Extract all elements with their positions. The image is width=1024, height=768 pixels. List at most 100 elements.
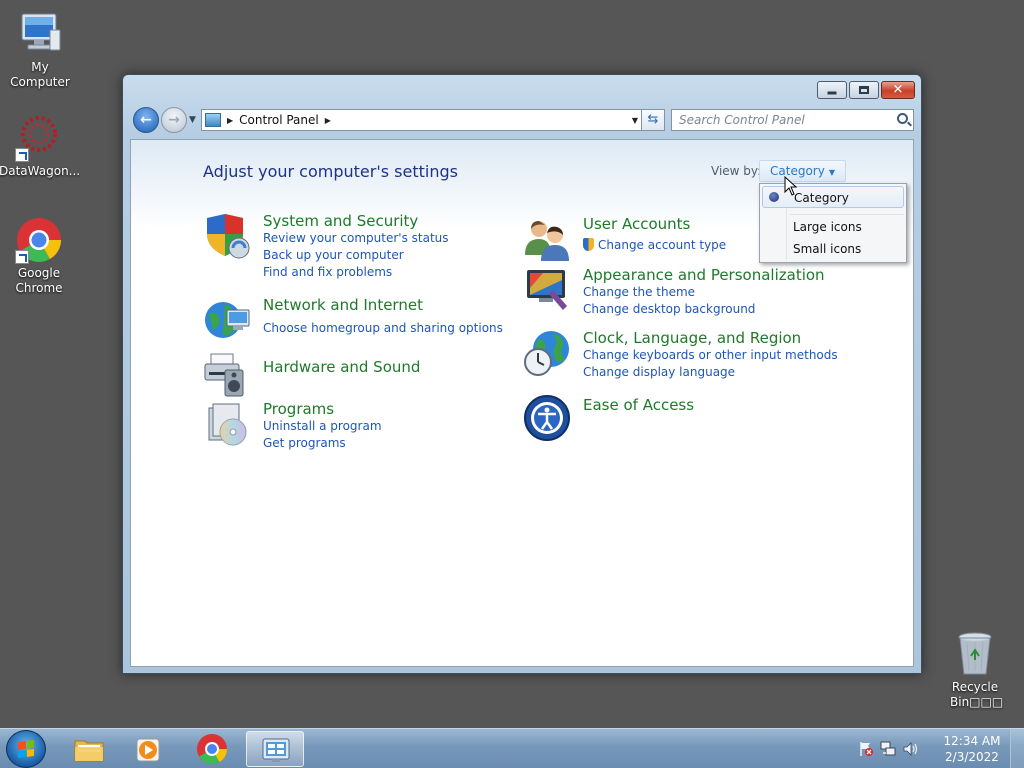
search-box	[671, 109, 914, 131]
desktop-icon-label: Google Chrome	[15, 266, 63, 295]
taskbar: 12:34 AM 2/3/2022	[0, 728, 1024, 768]
media-player-icon	[136, 738, 160, 762]
link-get-programs[interactable]: Get programs	[263, 435, 382, 452]
link-find-fix[interactable]: Find and fix problems	[263, 264, 449, 281]
link-change-background[interactable]: Change desktop background	[583, 301, 825, 318]
refresh-icon: ⇆	[647, 112, 659, 127]
programs-disc-icon	[203, 400, 251, 448]
clock-date: 2/3/2022	[945, 750, 999, 764]
category-clock-language-region: Clock, Language, and Region Change keybo…	[523, 329, 838, 381]
back-button[interactable]: ←	[133, 107, 159, 133]
recent-pages-dropdown[interactable]: ▼	[189, 115, 196, 125]
clock-globe-icon	[523, 329, 571, 377]
show-desktop-button[interactable]	[1010, 729, 1024, 768]
breadcrumb-chevron-icon[interactable]: ▶	[325, 116, 331, 125]
category-user-accounts: User Accounts Change account type	[523, 215, 726, 263]
start-button[interactable]	[6, 730, 46, 768]
link-review-status[interactable]: Review your computer's status	[263, 230, 449, 247]
forward-button[interactable]: →	[161, 107, 187, 133]
category-title[interactable]: Network and Internet	[263, 296, 503, 314]
network-icon[interactable]	[880, 741, 896, 757]
users-icon	[523, 215, 571, 263]
link-homegroup[interactable]: Choose homegroup and sharing options	[263, 320, 503, 337]
view-by-menu: Category Large icons Small icons	[759, 183, 907, 263]
category-title[interactable]: User Accounts	[583, 215, 726, 233]
control-panel-window: ✕ ← → ▼ ▶ Control Panel ▶ ▼ ⇆ Adjust you…	[122, 74, 922, 674]
action-center-flag-icon[interactable]	[858, 741, 874, 757]
category-title[interactable]: Programs	[263, 400, 382, 418]
maximize-button[interactable]	[849, 81, 879, 99]
category-title[interactable]: Hardware and Sound	[263, 358, 420, 376]
arrow-left-icon: ←	[140, 112, 152, 128]
link-back-up[interactable]: Back up your computer	[263, 247, 449, 264]
datawagon-icon	[15, 114, 63, 162]
category-title[interactable]: System and Security	[263, 212, 449, 230]
folder-icon	[74, 740, 104, 762]
category-ease-of-access: Ease of Access	[523, 394, 694, 442]
view-by-label: View by:	[711, 164, 762, 178]
window-controls: ✕	[817, 81, 915, 99]
desktop-icon-datawagon[interactable]: DataWagon...	[0, 114, 81, 179]
taskbar-media-player-button[interactable]	[120, 731, 178, 767]
address-dropdown-icon[interactable]: ▼	[632, 116, 638, 125]
menu-item-small-icons[interactable]: Small icons	[762, 238, 904, 260]
link-uninstall-program[interactable]: Uninstall a program	[263, 418, 382, 435]
computer-icon	[16, 10, 64, 58]
menu-item-large-icons[interactable]: Large icons	[762, 216, 904, 238]
arrow-right-icon: →	[168, 112, 180, 128]
category-title[interactable]: Clock, Language, and Region	[583, 329, 838, 347]
control-panel-icon	[262, 738, 290, 762]
minimize-button[interactable]	[817, 81, 847, 99]
system-tray: 12:34 AM 2/3/2022	[854, 729, 1024, 768]
volume-icon[interactable]	[902, 741, 918, 757]
category-programs: Programs Uninstall a program Get program…	[203, 400, 382, 452]
taskbar-control-panel-button[interactable]	[246, 731, 304, 767]
windows-logo-icon	[18, 739, 34, 759]
link-change-display-language[interactable]: Change display language	[583, 364, 838, 381]
breadcrumb-chevron-icon[interactable]: ▶	[227, 116, 233, 125]
chevron-down-icon: ▼	[828, 168, 835, 177]
chrome-icon	[15, 216, 63, 264]
navigation-bar: ← → ▼ ▶ Control Panel ▶ ▼ ⇆	[131, 105, 914, 135]
link-change-theme[interactable]: Change the theme	[583, 284, 825, 301]
close-button[interactable]: ✕	[881, 81, 915, 99]
shortcut-arrow-icon	[15, 250, 29, 264]
page-title: Adjust your computer's settings	[203, 162, 458, 181]
shield-icon	[203, 212, 251, 260]
desktop-icon-recycle-bin[interactable]: Recycle Bin□□□	[935, 630, 1015, 710]
link-change-account-type[interactable]: Change account type	[583, 237, 726, 254]
network-globe-icon	[203, 296, 251, 344]
desktop-icon-google-chrome[interactable]: Google Chrome	[0, 216, 79, 296]
category-title[interactable]: Appearance and Personalization	[583, 266, 825, 284]
close-icon: ✕	[892, 82, 904, 98]
minimize-icon	[827, 91, 837, 95]
category-network-internet: Network and Internet Choose homegroup an…	[203, 296, 503, 344]
chrome-icon	[197, 734, 227, 765]
menu-item-label: Large icons	[793, 220, 862, 234]
clock-time: 12:34 AM	[943, 734, 1001, 748]
menu-separator	[790, 214, 904, 215]
clock[interactable]: 12:34 AM 2/3/2022	[942, 733, 1002, 765]
recycle-bin-icon	[951, 630, 999, 678]
menu-item-label: Small icons	[793, 242, 862, 256]
refresh-button[interactable]: ⇆	[641, 109, 665, 131]
desktop-icon-label: DataWagon...	[0, 164, 81, 178]
taskbar-chrome-button[interactable]	[183, 731, 241, 767]
view-by-dropdown[interactable]: Category ▼	[759, 160, 846, 182]
desktop-icon-label: My Computer	[10, 60, 70, 89]
link-change-keyboards[interactable]: Change keyboards or other input methods	[583, 347, 838, 364]
search-icon[interactable]	[897, 113, 908, 124]
menu-item-label: Category	[794, 191, 849, 205]
radio-selected-icon	[769, 192, 779, 202]
desktop-icon-my-computer[interactable]: My Computer	[0, 10, 80, 90]
monitor-paint-icon	[523, 266, 571, 314]
breadcrumb-control-panel[interactable]: Control Panel	[239, 113, 319, 127]
category-hardware-sound: Hardware and Sound	[203, 350, 420, 398]
category-system-security: System and Security Review your computer…	[203, 212, 449, 281]
shortcut-arrow-icon	[15, 148, 29, 162]
address-bar[interactable]: ▶ Control Panel ▶ ▼	[201, 109, 643, 131]
category-title[interactable]: Ease of Access	[583, 396, 694, 414]
taskbar-explorer-button[interactable]	[60, 731, 118, 767]
printer-speaker-icon	[203, 350, 251, 398]
search-input[interactable]	[672, 110, 882, 130]
